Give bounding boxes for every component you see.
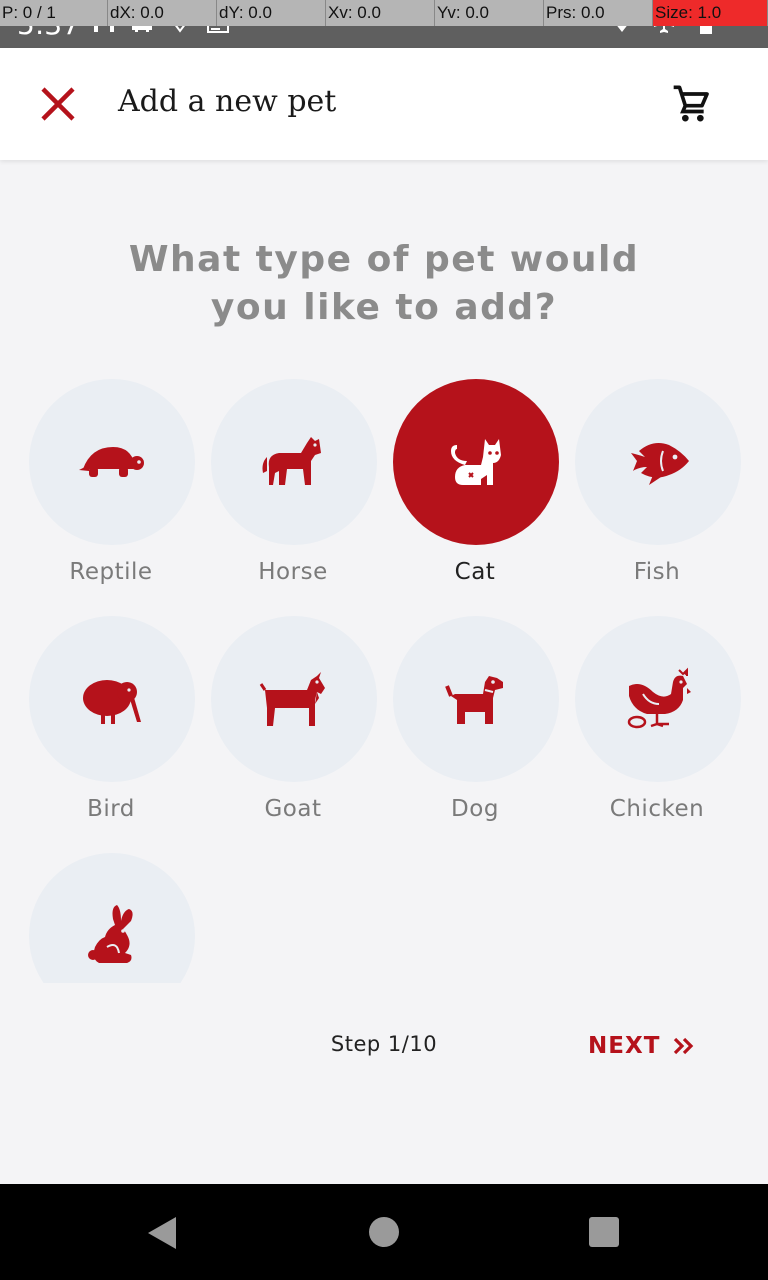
pet-option-bird[interactable]: Bird — [20, 616, 202, 836]
fish-icon — [631, 443, 689, 485]
overlay-size: Size: 1.0 — [653, 0, 768, 26]
pet-option-circle — [575, 616, 741, 782]
close-button[interactable] — [30, 76, 86, 132]
pet-option-circle — [211, 616, 377, 782]
pet-option-horse[interactable]: Horse — [202, 379, 384, 599]
step-indicator: Step 1/10 — [330, 1032, 438, 1056]
pet-option-reptile[interactable]: Reptile — [20, 379, 202, 599]
pointer-location-overlay: P: 0 / 1 dX: 0.0 dY: 0.0 Xv: 0.0 Yv: 0.0… — [0, 0, 768, 26]
pet-option-circle — [211, 379, 377, 545]
goat-icon — [259, 672, 325, 726]
pet-label: Cat — [454, 559, 496, 585]
cart-icon — [673, 85, 709, 122]
turtle-icon — [79, 447, 144, 477]
pet-option-circle — [29, 616, 195, 782]
pet-label: Goat — [264, 796, 322, 822]
next-label: NEXT — [588, 1033, 661, 1059]
system-nav-bar — [0, 1184, 768, 1280]
pet-option-chicken[interactable]: Chicken — [566, 616, 748, 836]
pet-option-circle — [29, 853, 195, 983]
overlay-xv: Xv: 0.0 — [326, 0, 435, 26]
overlay-dx: dX: 0.0 — [108, 0, 217, 26]
pet-option-circle — [29, 379, 195, 545]
overlay-yv: Yv: 0.0 — [435, 0, 544, 26]
question-heading: What type of pet would you like to add? — [84, 236, 684, 332]
pet-label: Bird — [87, 796, 135, 822]
page-title: Add a new pet — [118, 84, 337, 119]
close-icon — [41, 87, 75, 121]
pet-label: Fish — [633, 559, 681, 585]
cart-button[interactable] — [664, 76, 720, 132]
back-icon[interactable] — [146, 1216, 178, 1250]
pet-label: Horse — [258, 559, 328, 585]
horse-icon — [262, 437, 321, 485]
pet-option-goat[interactable]: Goat — [202, 616, 384, 836]
chicken-icon — [627, 667, 691, 729]
cat-icon — [451, 439, 501, 485]
kiwi-bird-icon — [83, 680, 141, 724]
rabbit-icon — [88, 905, 133, 963]
pet-option-circle — [575, 379, 741, 545]
overlay-dy: dY: 0.0 — [217, 0, 326, 26]
pet-option-circle — [393, 379, 559, 545]
pet-label: Chicken — [609, 796, 705, 822]
pet-label: Dog — [451, 796, 499, 822]
pet-option-fish[interactable]: Fish — [566, 379, 748, 599]
recents-icon[interactable] — [589, 1217, 619, 1247]
dog-icon — [445, 676, 503, 724]
question-line-2: you like to add? — [210, 287, 558, 328]
pet-label: Reptile — [69, 559, 153, 585]
pet-option-circle — [393, 616, 559, 782]
home-icon[interactable] — [369, 1217, 399, 1247]
overlay-pressure: Prs: 0.0 — [544, 0, 653, 26]
overlay-pointer: P: 0 / 1 — [0, 0, 108, 26]
next-button[interactable]: NEXT — [588, 1024, 718, 1068]
status-bar: 5:37 P: 0 / 1 dX: 0.0 dY: 0.0 Xv: 0.0 Yv… — [0, 0, 768, 48]
question-line-1: What type of pet would — [128, 239, 640, 280]
pet-option-rabbit[interactable] — [20, 853, 202, 983]
double-chevron-right-icon — [674, 1037, 694, 1055]
pet-option-cat[interactable]: Cat — [384, 379, 566, 599]
app-bar: Add a new pet — [0, 48, 768, 160]
pet-option-dog[interactable]: Dog — [384, 616, 566, 836]
